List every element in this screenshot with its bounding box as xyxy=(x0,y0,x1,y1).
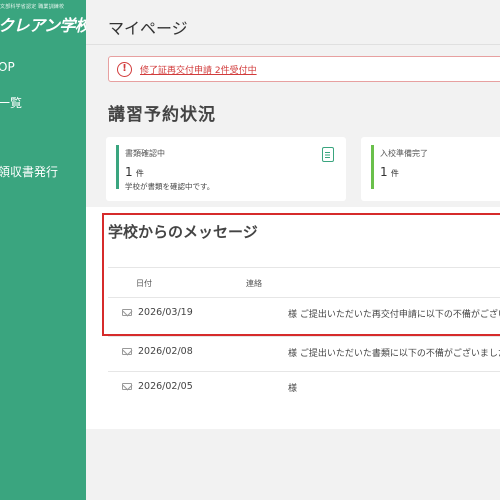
status-card-document-review[interactable]: 書類確認中 1 件 学校が書類を確認中です。 xyxy=(106,137,346,201)
envelope-icon xyxy=(122,348,132,355)
row-date: 2026/02/05 xyxy=(138,381,193,392)
card-count-value: 1 xyxy=(380,165,388,179)
column-header-date: 日付 xyxy=(136,279,152,288)
card-count-unit: 件 xyxy=(390,169,399,178)
status-card-ready[interactable]: 入校準備完了 1 件 xyxy=(361,137,500,201)
document-icon xyxy=(322,147,334,162)
column-header-contact: 連絡 xyxy=(246,279,262,288)
sidebar-item-top[interactable]: OP xyxy=(0,60,15,74)
card-count: 1 件 xyxy=(380,165,399,179)
row-date: 2026/03/19 xyxy=(138,307,193,318)
messages-title: 学校からのメッセージ xyxy=(108,223,258,241)
card-accent-bar xyxy=(371,145,374,189)
info-circle-icon: ! xyxy=(117,62,132,77)
sidebar: 文部科学省認定 職業訓練校 クレアン学校 OP 一覧 領収書発行 xyxy=(0,0,86,500)
brand-logo[interactable]: クレアン学校 xyxy=(0,12,86,36)
card-count-unit: 件 xyxy=(135,169,144,178)
row-message[interactable]: 様 xyxy=(288,381,297,394)
card-accent-bar xyxy=(116,145,119,189)
messages-table-header: 日付 連絡 xyxy=(108,267,500,297)
row-message[interactable]: 様 ご提出いただいた書類に以下の不備がございました。 xyxy=(288,346,500,359)
row-message[interactable]: 様 ご提出いただいた再交付申請に以下の不備がござい xyxy=(288,307,500,320)
envelope-icon xyxy=(122,383,132,390)
alert-banner: ! 修了証再交付申請 2件受付中 xyxy=(108,56,500,82)
messages-panel: 学校からのメッセージ 日付 連絡 2026/03/19 様 ご提出いただいた再交… xyxy=(86,207,500,429)
page-title: マイページ xyxy=(108,19,188,38)
card-description: 学校が書類を確認中です。 xyxy=(125,182,215,191)
brand-subtitle: 文部科学省認定 職業訓練校 xyxy=(0,4,65,10)
table-row[interactable]: 2026/03/19 様 ご提出いただいた再交付申請に以下の不備がござい xyxy=(108,297,500,329)
sidebar-item-receipt[interactable]: 領収書発行 xyxy=(0,163,58,180)
row-date: 2026/02/08 xyxy=(138,346,193,357)
card-count-value: 1 xyxy=(125,165,133,179)
card-label: 入校準備完了 xyxy=(380,149,428,158)
table-row[interactable]: 2026/02/08 様 ご提出いただいた書類に以下の不備がございました。 xyxy=(108,336,500,368)
header-divider xyxy=(86,44,500,45)
main-content: マイページ ! 修了証再交付申請 2件受付中 講習予約状況 書類確認中 1 件 … xyxy=(86,0,500,500)
table-row[interactable]: 2026/02/05 様 xyxy=(108,371,500,403)
card-label: 書類確認中 xyxy=(125,149,165,158)
reservations-title: 講習予約状況 xyxy=(108,105,216,125)
card-count: 1 件 xyxy=(125,165,144,179)
sidebar-item-list[interactable]: 一覧 xyxy=(0,94,22,111)
envelope-icon xyxy=(122,309,132,316)
reissue-request-link[interactable]: 修了証再交付申請 2件受付中 xyxy=(140,63,257,76)
